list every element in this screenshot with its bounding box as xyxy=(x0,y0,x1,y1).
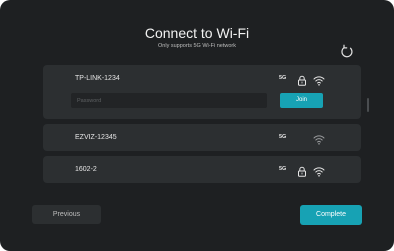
network-band-badge: 5G xyxy=(279,166,287,172)
network-item-1602-2[interactable]: 1602-2 5G xyxy=(43,156,361,183)
refresh-icon[interactable] xyxy=(338,43,356,61)
wifi-setup-screen: Connect to Wi-Fi Only supports 5G Wi-Fi … xyxy=(0,0,394,251)
password-input[interactable] xyxy=(71,93,267,108)
network-item-tp-link-1234[interactable]: TP-LINK-1234 5G Join xyxy=(43,65,361,119)
page-subtitle: Only supports 5G Wi-Fi network xyxy=(158,43,236,49)
wifi-signal-icon xyxy=(313,73,325,86)
network-band-badge: 5G xyxy=(279,75,287,81)
network-list-scrollbar[interactable] xyxy=(367,98,369,112)
complete-button[interactable]: Complete xyxy=(300,205,362,225)
network-ssid: EZVIZ-12345 xyxy=(75,134,117,141)
network-ssid: 1602-2 xyxy=(75,166,97,173)
wifi-signal-icon xyxy=(313,132,325,145)
page-title: Connect to Wi-Fi xyxy=(144,25,250,41)
join-button[interactable]: Join xyxy=(280,93,323,108)
network-band-badge: 5G xyxy=(279,134,287,140)
network-item-ezviz-12345[interactable]: EZVIZ-12345 5G xyxy=(43,124,361,151)
lock-icon xyxy=(297,73,307,86)
wifi-signal-icon xyxy=(313,164,325,177)
lock-icon xyxy=(297,164,307,177)
network-ssid: TP-LINK-1234 xyxy=(75,75,120,82)
previous-button[interactable]: Previous xyxy=(32,205,101,224)
